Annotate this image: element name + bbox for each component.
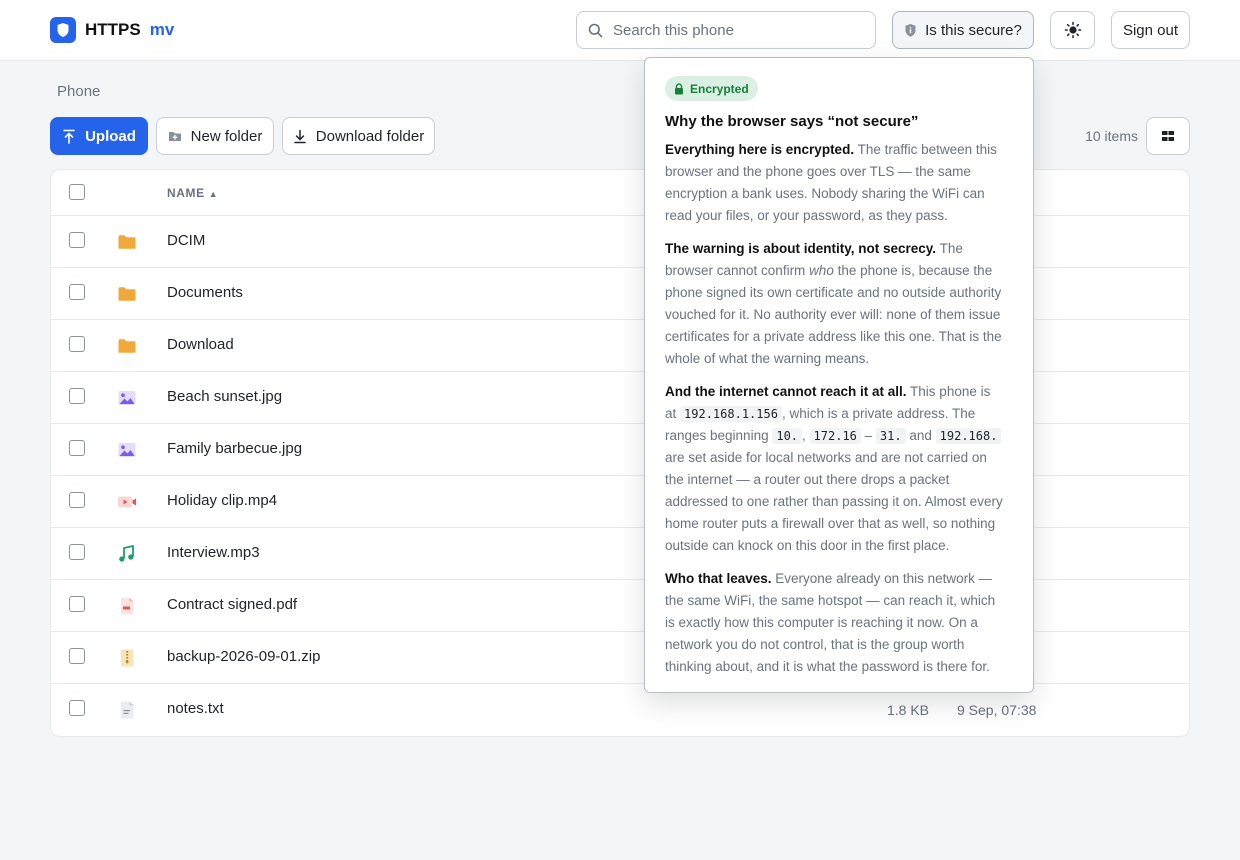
shield-logo-icon (50, 17, 76, 43)
file-name[interactable]: backup-2026-09-01.zip (167, 648, 320, 665)
is-this-secure-label: Is this secure? (925, 21, 1022, 39)
sign-out-button[interactable]: Sign out (1111, 11, 1190, 49)
range-code: 172.16 (809, 428, 861, 444)
search-icon (588, 23, 603, 38)
encrypted-label: Encrypted (690, 81, 749, 96)
search-input[interactable] (613, 12, 863, 48)
separator-text: – (860, 428, 876, 443)
brand-name: HTTPS (85, 20, 141, 39)
download-folder-label: Download folder (315, 127, 425, 145)
row-checkbox[interactable] (69, 440, 85, 456)
paragraph-encryption: Everything here is encrypted. The traffi… (665, 139, 1005, 227)
file-size: 1.8 KB (886, 702, 929, 718)
is-this-secure-button[interactable]: Is this secure? (892, 11, 1034, 49)
separator-text: and (905, 428, 936, 443)
lock-icon (675, 82, 683, 94)
emphasis-text: who (809, 263, 834, 278)
folder-plus-icon (168, 132, 181, 141)
select-all-checkbox[interactable] (69, 184, 85, 200)
folder-icon (118, 339, 136, 353)
file-name[interactable]: Download (167, 336, 234, 353)
range-code: 31. (875, 428, 906, 444)
name-column-header[interactable]: NAME ▲ (167, 186, 218, 200)
download-icon (294, 129, 306, 143)
audio-icon (119, 545, 134, 562)
encrypted-badge: Encrypted (665, 76, 758, 101)
separator-text: , (802, 428, 810, 443)
file-name[interactable]: Documents (167, 284, 243, 301)
new-folder-label: New folder (190, 127, 263, 145)
zip-icon (121, 649, 134, 667)
upload-icon (63, 129, 75, 144)
paragraph-heading: Who that leaves. (665, 571, 772, 586)
row-checkbox[interactable] (69, 388, 85, 404)
grid-view-button[interactable] (1146, 117, 1190, 155)
file-name[interactable]: Family barbecue.jpg (167, 440, 302, 457)
top-bar: HTTPS mv Is this secure? Sign out (0, 0, 1240, 61)
search-box[interactable] (576, 11, 876, 49)
upload-label: Upload (85, 127, 136, 145)
row-checkbox[interactable] (69, 596, 85, 612)
paragraph-heading: The warning is about identity, not secre… (665, 241, 937, 256)
folder-icon (118, 287, 136, 301)
paragraph-reachability: And the internet cannot reach it at all.… (665, 381, 1005, 557)
text-file-icon (121, 701, 134, 719)
new-folder-button[interactable]: New folder (156, 117, 274, 155)
file-name[interactable]: Beach sunset.jpg (167, 388, 282, 405)
item-count: 10 items (1085, 128, 1138, 144)
paragraph-text: Everyone already on this network — the s… (665, 571, 996, 674)
file-name[interactable]: DCIM (167, 232, 205, 249)
pdf-icon (121, 597, 134, 615)
range-code: 10. (772, 428, 803, 444)
ip-address: 192.168.1.156 (680, 406, 782, 422)
paragraph-heading: And the internet cannot reach it at all. (665, 384, 907, 399)
file-name[interactable]: Holiday clip.mp4 (167, 492, 277, 509)
range-code: 192.168. (935, 428, 1002, 444)
name-column-label: NAME (167, 186, 205, 200)
upload-button[interactable]: Upload (50, 117, 148, 155)
grid-view-icon (1162, 131, 1174, 141)
row-checkbox[interactable] (69, 700, 85, 716)
row-checkbox[interactable] (69, 284, 85, 300)
file-name[interactable]: Contract signed.pdf (167, 596, 297, 613)
row-checkbox[interactable] (69, 232, 85, 248)
video-icon (118, 496, 136, 508)
download-folder-button[interactable]: Download folder (282, 117, 435, 155)
file-name[interactable]: Interview.mp3 (167, 544, 260, 561)
image-icon (118, 391, 136, 405)
sun-icon (1064, 21, 1081, 39)
theme-toggle-button[interactable] (1050, 11, 1095, 49)
paragraph-text: the phone is, because the phone signed i… (665, 263, 1002, 366)
row-checkbox[interactable] (69, 544, 85, 560)
row-checkbox[interactable] (69, 492, 85, 508)
file-date: 9 Sep, 07:38 (957, 702, 1037, 718)
paragraph-audience: Who that leaves. Everyone already on thi… (665, 568, 1005, 678)
image-icon (118, 443, 136, 457)
paragraph-identity: The warning is about identity, not secre… (665, 238, 1005, 370)
paragraph-text: are set aside for local networks and are… (665, 450, 1003, 553)
security-popover: Encrypted Why the browser says “not secu… (644, 57, 1034, 693)
folder-icon (118, 235, 136, 249)
sort-ascending-icon: ▲ (208, 189, 219, 199)
file-name[interactable]: notes.txt (167, 700, 224, 717)
brand-subtitle: mv (149, 20, 175, 39)
row-checkbox[interactable] (69, 648, 85, 664)
popover-body: Everything here is encrypted. The traffi… (665, 139, 1005, 689)
brand[interactable]: HTTPS mv (50, 17, 174, 43)
shield-info-icon (905, 23, 916, 37)
popover-title: Why the browser says “not secure” (665, 113, 919, 130)
breadcrumb[interactable]: Phone (57, 83, 100, 100)
row-checkbox[interactable] (69, 336, 85, 352)
paragraph-heading: Everything here is encrypted. (665, 142, 855, 157)
